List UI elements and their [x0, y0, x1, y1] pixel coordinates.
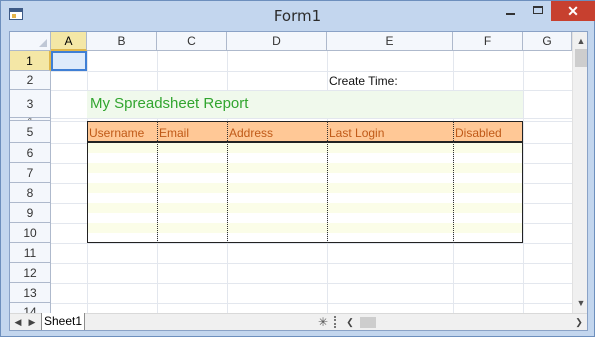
header-username: Username [89, 126, 145, 140]
row-header-1[interactable]: 1 [10, 51, 51, 71]
row-header-2[interactable]: 2 [10, 71, 51, 90]
scroll-down-icon[interactable]: ▼ [573, 295, 587, 311]
table-band [88, 143, 522, 153]
column-header-b[interactable]: B [87, 32, 157, 51]
column-header-f[interactable]: F [453, 32, 523, 51]
minimize-icon [506, 13, 515, 15]
title-bar: Form1 ✕ [1, 1, 595, 31]
horizontal-scroll-thumb[interactable] [360, 317, 376, 328]
row-header-3[interactable]: 3 [10, 90, 51, 118]
grid-line [51, 243, 572, 244]
grid-line [51, 71, 572, 72]
row-header-12[interactable]: 12 [10, 263, 51, 283]
row-header-9[interactable]: 9 [10, 203, 51, 223]
column-separator [227, 121, 228, 243]
tab-scroll-left-icon[interactable]: ◀ [11, 314, 25, 330]
report-title-cell[interactable]: My Spreadsheet Report [87, 91, 523, 118]
column-separator [453, 121, 454, 243]
row-header-8[interactable]: 8 [10, 183, 51, 203]
scroll-left-icon[interactable]: ❮ [343, 314, 357, 330]
tab-scroll-right-icon[interactable]: ▶ [25, 314, 39, 330]
column-header-d[interactable]: D [227, 32, 327, 51]
create-time-label[interactable]: Create Time: [329, 74, 398, 88]
table-band [88, 203, 522, 213]
grid-line [51, 303, 572, 304]
table-band [88, 223, 522, 233]
minimize-button[interactable] [497, 1, 525, 21]
cell-grid[interactable]: Create Time: My Spreadsheet Report Usern… [10, 32, 572, 313]
column-separator [157, 121, 158, 243]
table-band [88, 163, 522, 173]
column-header-a[interactable]: A [51, 32, 87, 51]
maximize-button[interactable] [525, 1, 551, 21]
close-button[interactable]: ✕ [551, 1, 595, 21]
column-header-e[interactable]: E [327, 32, 453, 51]
spreadsheet-control: Create Time: My Spreadsheet Report Usern… [9, 31, 588, 331]
report-title: My Spreadsheet Report [90, 95, 249, 112]
column-header-c[interactable]: C [157, 32, 227, 51]
grid-line [51, 283, 572, 284]
row-header-11[interactable]: 11 [10, 243, 51, 263]
header-email: Email [159, 126, 190, 140]
grid-line [51, 263, 572, 264]
row-header-10[interactable]: 10 [10, 223, 51, 243]
table-header-row[interactable]: Username Email Address Last Login Disabl… [87, 121, 523, 143]
close-icon: ✕ [567, 3, 579, 19]
select-all-corner[interactable] [10, 32, 51, 51]
tab-sheet1[interactable]: Sheet1 [41, 313, 85, 330]
splitter-handle[interactable] [334, 316, 338, 328]
header-last-login: Last Login [329, 126, 385, 140]
vertical-scrollbar[interactable]: ▲ ▼ [572, 32, 587, 313]
selected-cell-a1[interactable] [51, 51, 87, 71]
sheet-tab-bar: ◀ ▶ Sheet1 ✳ ❮ ❯ [10, 313, 587, 330]
grid-line [523, 51, 524, 313]
row-header-6[interactable]: 6 [10, 143, 51, 163]
row-header-13[interactable]: 13 [10, 283, 51, 303]
app-window: Form1 ✕ Create Time: My Spreadsheet Repo… [0, 0, 595, 337]
row-header-14[interactable]: 14 [10, 303, 51, 313]
maximize-icon [533, 6, 543, 14]
table-band [88, 183, 522, 193]
new-sheet-icon[interactable]: ✳ [317, 314, 329, 330]
scroll-right-icon[interactable]: ❯ [572, 314, 586, 330]
grid-line [51, 118, 572, 119]
row-header-7[interactable]: 7 [10, 163, 51, 183]
header-disabled: Disabled [455, 126, 502, 140]
vertical-scroll-thumb[interactable] [575, 49, 587, 67]
table-body[interactable] [87, 143, 523, 243]
header-address: Address [229, 126, 274, 140]
scroll-up-icon[interactable]: ▲ [573, 33, 587, 49]
column-separator [327, 121, 328, 243]
column-header-g[interactable]: G [523, 32, 572, 51]
row-header-5[interactable]: 5 [10, 121, 51, 143]
